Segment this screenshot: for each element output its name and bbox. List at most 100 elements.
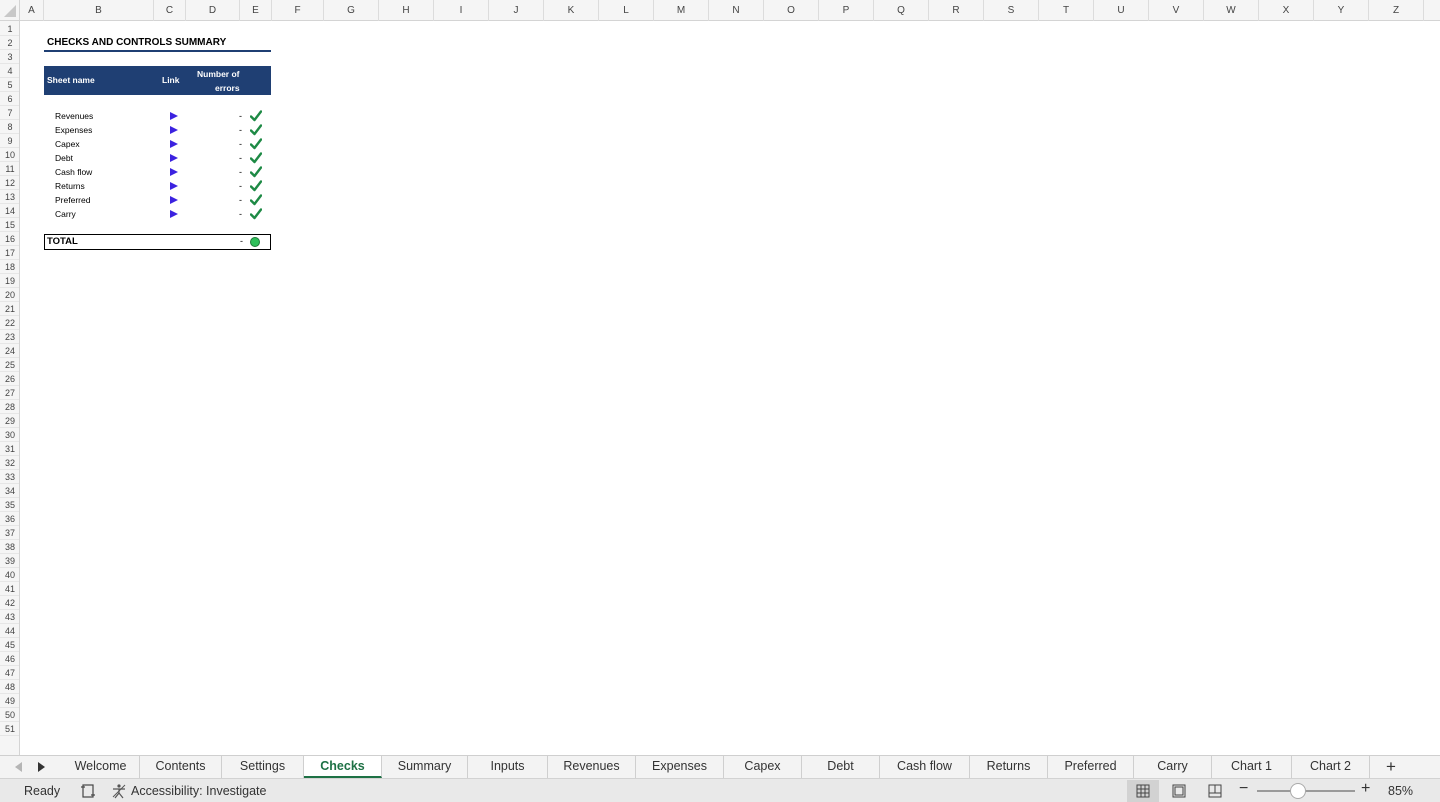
column-header-b[interactable]: B [44, 0, 154, 21]
column-header-f[interactable]: F [272, 0, 324, 21]
row-header-26[interactable]: 26 [0, 372, 19, 386]
column-header-n[interactable]: N [709, 0, 764, 21]
link-arrow-icon[interactable] [170, 137, 178, 151]
row-header-17[interactable]: 17 [0, 246, 19, 260]
row-header-27[interactable]: 27 [0, 386, 19, 400]
page-layout-icon[interactable] [1163, 780, 1195, 802]
column-header-l[interactable]: L [599, 0, 654, 21]
row-header-9[interactable]: 9 [0, 134, 19, 148]
column-header-v[interactable]: V [1149, 0, 1204, 21]
column-header-q[interactable]: Q [874, 0, 929, 21]
zoom-out-icon[interactable]: − [1239, 780, 1248, 798]
row-header-5[interactable]: 5 [0, 78, 19, 92]
row-header-16[interactable]: 16 [0, 232, 19, 246]
scroll-tabs-right-icon[interactable] [34, 760, 48, 774]
row-header-28[interactable]: 28 [0, 400, 19, 414]
tab-checks[interactable]: Checks [304, 756, 382, 778]
row-header-2[interactable]: 2 [0, 36, 19, 50]
tab-revenues[interactable]: Revenues [548, 756, 636, 778]
link-arrow-icon[interactable] [170, 207, 178, 221]
row-header-1[interactable]: 1 [0, 22, 19, 36]
tab-chart-1[interactable]: Chart 1 [1212, 756, 1292, 778]
column-header-s[interactable]: S [984, 0, 1039, 21]
row-header-33[interactable]: 33 [0, 470, 19, 484]
row-header-20[interactable]: 20 [0, 288, 19, 302]
zoom-level[interactable]: 85% [1388, 784, 1413, 798]
link-arrow-icon[interactable] [170, 123, 178, 137]
row-header-12[interactable]: 12 [0, 176, 19, 190]
row-header-11[interactable]: 11 [0, 162, 19, 176]
tab-summary[interactable]: Summary [382, 756, 468, 778]
link-arrow-icon[interactable] [170, 109, 178, 123]
row-header-35[interactable]: 35 [0, 498, 19, 512]
row-header-41[interactable]: 41 [0, 582, 19, 596]
tab-cash-flow[interactable]: Cash flow [880, 756, 970, 778]
tab-settings[interactable]: Settings [222, 756, 304, 778]
row-header-47[interactable]: 47 [0, 666, 19, 680]
column-header-d[interactable]: D [186, 0, 240, 21]
row-header-51[interactable]: 51 [0, 722, 19, 736]
column-header-y[interactable]: Y [1314, 0, 1369, 21]
row-header-13[interactable]: 13 [0, 190, 19, 204]
row-header-31[interactable]: 31 [0, 442, 19, 456]
row-header-29[interactable]: 29 [0, 414, 19, 428]
link-arrow-icon[interactable] [170, 193, 178, 207]
row-header-48[interactable]: 48 [0, 680, 19, 694]
tab-contents[interactable]: Contents [140, 756, 222, 778]
row-header-8[interactable]: 8 [0, 120, 19, 134]
column-header-x[interactable]: X [1259, 0, 1314, 21]
row-header-42[interactable]: 42 [0, 596, 19, 610]
select-all-corner[interactable] [0, 0, 20, 21]
add-sheet-icon[interactable]: + [1380, 756, 1402, 778]
row-header-14[interactable]: 14 [0, 204, 19, 218]
column-header-g[interactable]: G [324, 0, 379, 21]
row-header-15[interactable]: 15 [0, 218, 19, 232]
row-header-22[interactable]: 22 [0, 316, 19, 330]
column-header-w[interactable]: W [1204, 0, 1259, 21]
tab-debt[interactable]: Debt [802, 756, 880, 778]
column-header-e[interactable]: E [240, 0, 272, 21]
row-header-30[interactable]: 30 [0, 428, 19, 442]
zoom-slider[interactable] [1257, 790, 1355, 792]
row-header-49[interactable]: 49 [0, 694, 19, 708]
tab-capex[interactable]: Capex [724, 756, 802, 778]
tab-inputs[interactable]: Inputs [468, 756, 548, 778]
page-break-icon[interactable] [1199, 780, 1231, 802]
column-header-z[interactable]: Z [1369, 0, 1424, 21]
row-header-36[interactable]: 36 [0, 512, 19, 526]
row-header-45[interactable]: 45 [0, 638, 19, 652]
row-header-19[interactable]: 19 [0, 274, 19, 288]
scroll-tabs-left-icon[interactable] [12, 760, 26, 774]
column-header-p[interactable]: P [819, 0, 874, 21]
column-header-k[interactable]: K [544, 0, 599, 21]
row-header-23[interactable]: 23 [0, 330, 19, 344]
row-header-10[interactable]: 10 [0, 148, 19, 162]
row-header-39[interactable]: 39 [0, 554, 19, 568]
column-header-c[interactable]: C [154, 0, 186, 21]
column-header-i[interactable]: I [434, 0, 489, 21]
row-header-50[interactable]: 50 [0, 708, 19, 722]
row-header-24[interactable]: 24 [0, 344, 19, 358]
column-header-m[interactable]: M [654, 0, 709, 21]
row-header-38[interactable]: 38 [0, 540, 19, 554]
column-header-o[interactable]: O [764, 0, 819, 21]
row-header-21[interactable]: 21 [0, 302, 19, 316]
column-header-r[interactable]: R [929, 0, 984, 21]
tab-preferred[interactable]: Preferred [1048, 756, 1134, 778]
row-header-32[interactable]: 32 [0, 456, 19, 470]
row-header-4[interactable]: 4 [0, 64, 19, 78]
column-header-h[interactable]: H [379, 0, 434, 21]
link-arrow-icon[interactable] [170, 179, 178, 193]
row-header-34[interactable]: 34 [0, 484, 19, 498]
row-header-7[interactable]: 7 [0, 106, 19, 120]
zoom-in-icon[interactable]: + [1361, 780, 1370, 798]
column-header-j[interactable]: J [489, 0, 544, 21]
row-header-40[interactable]: 40 [0, 568, 19, 582]
accessibility-icon[interactable] [111, 783, 127, 802]
row-header-46[interactable]: 46 [0, 652, 19, 666]
row-header-37[interactable]: 37 [0, 526, 19, 540]
tab-chart-2[interactable]: Chart 2 [1292, 756, 1370, 778]
row-header-18[interactable]: 18 [0, 260, 19, 274]
link-arrow-icon[interactable] [170, 151, 178, 165]
tab-welcome[interactable]: Welcome [62, 756, 140, 778]
